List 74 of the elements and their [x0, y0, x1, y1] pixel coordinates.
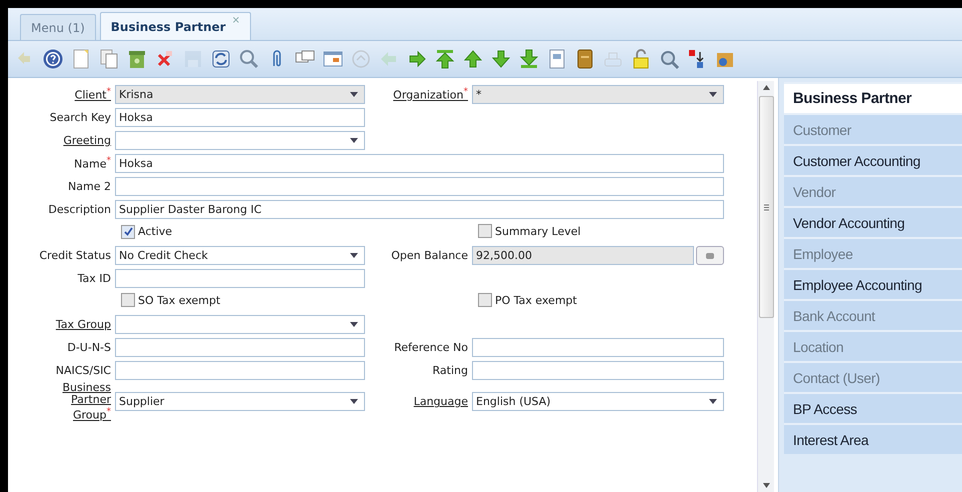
- field-label: Search Key: [50, 111, 111, 124]
- text-field[interactable]: [115, 177, 724, 196]
- checkbox-box[interactable]: [121, 293, 135, 307]
- copy-icon[interactable]: [98, 48, 120, 70]
- checkbox-box[interactable]: [121, 224, 135, 239]
- check-icon: [122, 226, 134, 238]
- text-field[interactable]: [472, 338, 724, 357]
- grip-icon: [764, 204, 768, 210]
- refresh-icon[interactable]: [210, 48, 232, 70]
- scrollbar[interactable]: [757, 81, 774, 492]
- checkbox[interactable]: PO Tax exempt: [478, 293, 577, 307]
- field-label[interactable]: Tax Group: [56, 318, 111, 331]
- caret-icon: [350, 253, 358, 258]
- side-tab[interactable]: BP Access: [784, 392, 962, 423]
- dropdown[interactable]: No Credit Check: [115, 246, 365, 265]
- checkbox[interactable]: Active: [121, 224, 172, 239]
- dropdown[interactable]: Supplier: [115, 392, 365, 412]
- field-label: Name 2: [68, 180, 111, 193]
- tab[interactable]: Business Partner ×: [100, 12, 252, 40]
- arrow-bottom-icon[interactable]: [518, 48, 540, 70]
- search-icon[interactable]: [238, 48, 260, 70]
- caret-icon: [350, 322, 358, 327]
- side-tab[interactable]: Vendor Accounting: [784, 206, 962, 237]
- help-icon[interactable]: [42, 48, 64, 70]
- dropdown[interactable]: [115, 315, 365, 334]
- field-label: NAICS/SIC: [56, 364, 111, 377]
- trash-bin-icon[interactable]: [126, 48, 148, 70]
- caret-icon: [709, 92, 717, 97]
- field-label[interactable]: Organization$^{*}$: [393, 87, 468, 102]
- checkbox[interactable]: SO Tax exempt: [121, 293, 220, 307]
- field-label[interactable]: Business Partner Group$^{*}$: [55, 382, 111, 422]
- caret-icon: [350, 399, 358, 404]
- arrow-up-icon[interactable]: [462, 48, 484, 70]
- side-tab[interactable]: Interest Area: [784, 423, 962, 454]
- checkbox-box[interactable]: [478, 224, 492, 238]
- arrow-down-icon[interactable]: [490, 48, 512, 70]
- text-field[interactable]: [115, 338, 365, 357]
- text-field[interactable]: Hoksa: [115, 108, 365, 127]
- field-label: Rating: [432, 364, 468, 377]
- caret-icon: [350, 92, 358, 97]
- scroll-thumb[interactable]: [758, 96, 774, 318]
- side-tab[interactable]: Employee Accounting: [784, 268, 962, 299]
- text-field[interactable]: Supplier Daster Barong IC: [115, 200, 724, 219]
- field-label[interactable]: Client$^{*}$: [74, 87, 111, 102]
- field-label: Credit Status: [39, 249, 111, 262]
- field-label: Name$^{*}$: [74, 156, 111, 171]
- dropdown[interactable]: English (USA): [472, 392, 724, 412]
- calculator-button[interactable]: [696, 246, 724, 265]
- caret-icon: [709, 399, 717, 404]
- text-field[interactable]: [115, 361, 365, 380]
- field-label: Tax ID: [78, 272, 111, 285]
- text-field[interactable]: [472, 361, 724, 380]
- calculator-icon: [705, 252, 715, 260]
- zoom-icon[interactable]: [658, 48, 680, 70]
- checkbox-box[interactable]: [478, 293, 492, 307]
- field-label: D-U-N-S: [67, 341, 111, 354]
- field-label[interactable]: Language: [414, 395, 468, 408]
- arrow-top-icon[interactable]: [434, 48, 456, 70]
- text-field[interactable]: Hoksa: [115, 154, 724, 173]
- dropdown[interactable]: *: [472, 85, 724, 104]
- number-field[interactable]: 92,500.00: [472, 246, 694, 265]
- text-field[interactable]: [115, 269, 365, 288]
- checkbox[interactable]: Summary Level: [478, 224, 581, 238]
- field-label: Reference No: [394, 341, 468, 354]
- side-tab[interactable]: Business Partner: [784, 82, 962, 113]
- field-label: Open Balance: [391, 249, 468, 262]
- field-label: Description: [48, 203, 111, 216]
- scroll-up-icon[interactable]: [762, 85, 770, 90]
- side-tab[interactable]: Customer Accounting: [784, 144, 962, 175]
- scroll-down-icon[interactable]: [762, 483, 770, 488]
- caret-icon: [350, 138, 358, 143]
- field-label[interactable]: Greeting: [63, 134, 111, 147]
- dropdown[interactable]: [115, 131, 365, 150]
- dropdown[interactable]: Krisna: [115, 85, 365, 104]
